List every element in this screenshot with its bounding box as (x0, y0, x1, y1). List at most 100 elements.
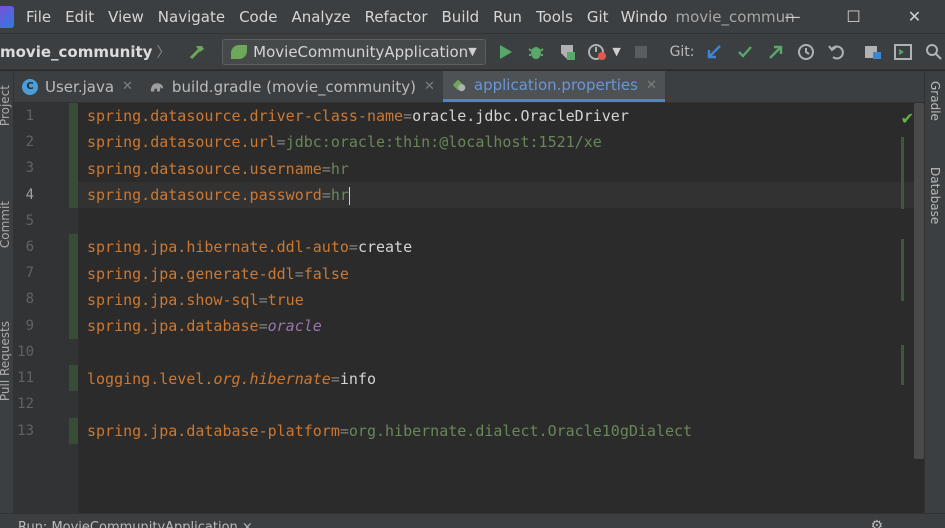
property-separator: = (258, 291, 268, 309)
git-update-icon[interactable] (704, 41, 726, 63)
terminal-icon[interactable] (893, 41, 915, 63)
change-scroll-marker (901, 345, 904, 385)
menu-window[interactable]: Windo (621, 8, 668, 26)
line-number: 13 (17, 423, 34, 439)
git-commit-icon[interactable] (734, 41, 756, 63)
code-line[interactable]: spring.jpa.database=oracle (87, 313, 322, 339)
debug-icon[interactable] (525, 41, 547, 63)
menu-refactor[interactable]: Refactor (365, 8, 428, 26)
editor-gutter: 1 2 3 4 5 6 7 8 9 10 11 12 13 (14, 103, 78, 513)
gradle-icon (149, 79, 165, 95)
property-key: logging.level. (87, 370, 214, 388)
property-separator: = (339, 422, 349, 440)
property-key-package: org.hibernate (213, 370, 331, 388)
run-icon[interactable] (495, 41, 517, 63)
code-line[interactable]: spring.datasource.username=hr (87, 156, 349, 182)
search-icon[interactable] (923, 41, 945, 63)
property-separator: = (258, 317, 268, 335)
chevron-down-icon[interactable]: ▼ (612, 45, 620, 58)
property-separator: = (294, 265, 304, 283)
vcs-change-marker[interactable] (69, 103, 78, 208)
history-icon[interactable] (796, 41, 818, 63)
commit-panel-tab[interactable]: Commit (0, 201, 12, 248)
code-line[interactable]: spring.datasource.driver-class-name=orac… (87, 103, 629, 129)
menu-git[interactable]: Git (587, 8, 609, 26)
close-icon[interactable]: ✕ (646, 78, 657, 93)
code-line[interactable]: spring.jpa.hibernate.ddl-auto=create (87, 234, 412, 260)
property-key: spring.datasource.password (87, 186, 322, 204)
property-key: spring.datasource.driver-class-name (87, 107, 404, 125)
minimize-button[interactable]: — (762, 0, 823, 33)
project-structure-icon[interactable] (862, 41, 884, 63)
menu-view[interactable]: View (108, 8, 144, 26)
rollback-icon[interactable] (826, 41, 848, 63)
vcs-change-marker[interactable] (69, 365, 78, 391)
coverage-icon[interactable] (556, 41, 578, 63)
menu-file[interactable]: File (26, 8, 51, 26)
property-separator: = (330, 370, 340, 388)
code-line[interactable]: spring.jpa.generate-ddl=false (87, 261, 349, 287)
tab-label: application.properties (473, 76, 638, 94)
run-tab-label[interactable]: Run: MovieCommunityApplication × (18, 520, 253, 528)
close-button[interactable]: ✕ (884, 0, 945, 33)
chevron-down-icon: ▼ (468, 45, 477, 58)
menu-run[interactable]: Run (493, 8, 522, 26)
profile-icon[interactable] (587, 41, 609, 63)
run-configuration-select[interactable]: MovieCommunityApplication ▼ (222, 38, 486, 65)
code-line[interactable]: spring.datasource.password=hr (87, 182, 350, 208)
git-push-icon[interactable] (765, 41, 787, 63)
menu-edit[interactable]: Edit (65, 8, 94, 26)
vcs-change-marker[interactable] (69, 234, 78, 339)
line-number: 11 (17, 370, 34, 386)
menu-navigate[interactable]: Navigate (158, 8, 225, 26)
gear-icon[interactable]: ⚙ (870, 518, 883, 528)
stop-icon[interactable] (630, 41, 652, 63)
close-icon[interactable]: ✕ (122, 79, 133, 94)
code-line[interactable]: logging.level.org.hibernate=info (87, 366, 376, 392)
line-number: 10 (17, 344, 34, 360)
bottom-run-bar: Run: MovieCommunityApplication × ⚙ (0, 513, 945, 528)
vertical-scrollbar[interactable] (914, 103, 924, 459)
menu-code[interactable]: Code (239, 8, 277, 26)
editor-tab-bar: C User.java ✕ build.gradle (movie_commun… (14, 71, 924, 103)
close-icon[interactable]: ✕ (424, 79, 435, 94)
property-value: hr (330, 186, 349, 204)
code-editor[interactable]: spring.datasource.driver-class-name=orac… (78, 103, 924, 513)
inspection-ok-check-icon[interactable]: ✔ (901, 109, 914, 128)
change-scroll-marker (901, 239, 904, 301)
property-key: spring.jpa.database (87, 317, 259, 335)
menu-build[interactable]: Build (442, 8, 480, 26)
property-value: create (357, 238, 413, 256)
maximize-button[interactable]: ☐ (823, 0, 884, 33)
project-panel-tab[interactable]: Project (0, 85, 12, 126)
code-line[interactable]: spring.datasource.url=jdbc:oracle:thin:@… (87, 129, 602, 155)
hammer-icon[interactable] (188, 42, 208, 62)
property-separator: = (321, 186, 331, 204)
code-line[interactable]: spring.jpa.show-sql=true (87, 287, 304, 313)
menu-tools[interactable]: Tools (536, 8, 573, 26)
window-controls: — ☐ ✕ (762, 0, 945, 33)
vcs-change-marker[interactable] (69, 418, 78, 444)
property-value: info (339, 370, 376, 388)
tab-user-java[interactable]: C User.java ✕ (14, 71, 141, 102)
property-value: jdbc:oracle:thin:@localhost:1521/xe (285, 133, 602, 151)
line-number: 6 (25, 239, 34, 255)
tab-label: build.gradle (movie_community) (171, 77, 416, 96)
project-breadcrumb[interactable]: movie_community (0, 43, 152, 61)
menu-analyze[interactable]: Analyze (291, 8, 350, 26)
gradle-panel-tab[interactable]: Gradle (928, 81, 942, 121)
line-number: 12 (17, 396, 34, 412)
line-number: 9 (25, 318, 34, 334)
property-key: spring.datasource.username (87, 160, 322, 178)
text-cursor (348, 186, 350, 205)
line-number: 4 (25, 187, 34, 203)
tab-application-properties[interactable]: application.properties ✕ (442, 71, 665, 102)
pull-requests-panel-tab[interactable]: Pull Requests (0, 321, 12, 401)
property-value: hr (330, 160, 349, 178)
database-panel-tab[interactable]: Database (928, 167, 942, 224)
tab-build-gradle[interactable]: build.gradle (movie_community) ✕ (141, 71, 443, 102)
git-label: Git: (669, 43, 695, 60)
code-line[interactable]: spring.jpa.database-platform=org.hiberna… (87, 418, 692, 444)
property-value: oracle (267, 317, 322, 335)
line-number: 3 (25, 160, 34, 176)
